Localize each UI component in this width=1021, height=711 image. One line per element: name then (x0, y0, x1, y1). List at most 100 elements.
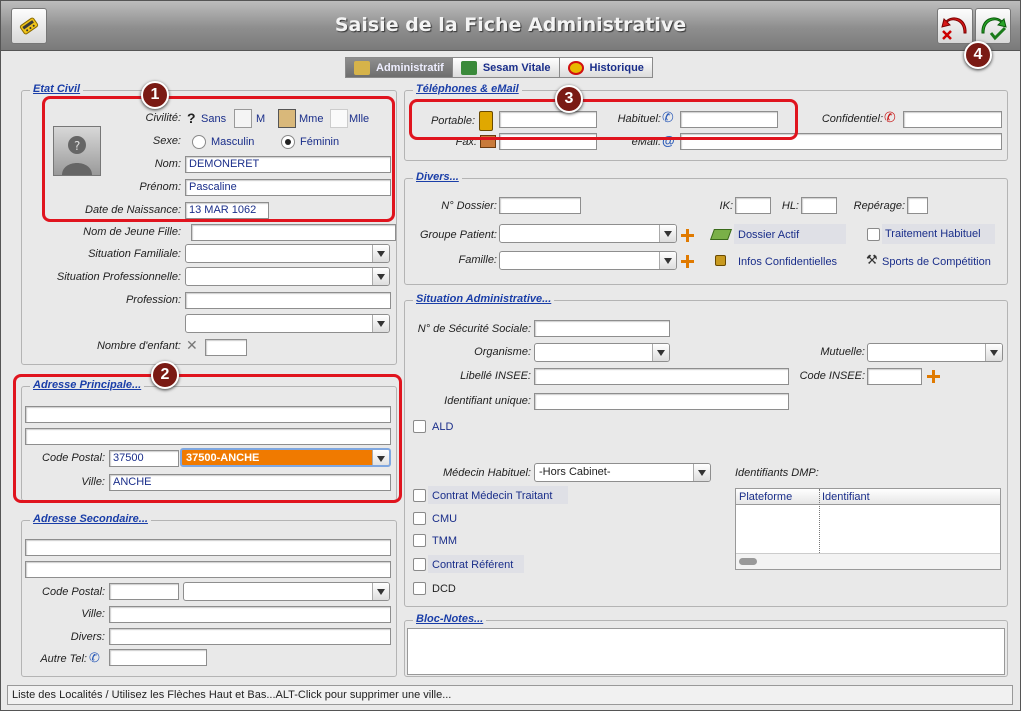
chevron-down-icon (985, 344, 1002, 361)
sports-link[interactable]: Sports de Compétition (882, 256, 991, 268)
cancel-button[interactable] (937, 8, 973, 44)
ald-label: ALD (432, 421, 454, 433)
libelle-insee-label: Libellé INSEE: (460, 370, 531, 382)
enfants-field[interactable] (205, 339, 247, 356)
annotation-badge-1: 1 (141, 81, 169, 109)
contrat-referent-checkbox[interactable] (413, 558, 426, 571)
traitement-checkbox[interactable] (867, 228, 880, 241)
mutuelle-select[interactable] (867, 343, 1003, 362)
medecin-select[interactable]: -Hors Cabinet- (534, 463, 711, 482)
situation-admin-title[interactable]: Situation Administrative... (413, 293, 555, 305)
code-insee-field[interactable] (867, 368, 922, 385)
divers-sec-field[interactable] (109, 628, 391, 645)
divers-sec-label: Divers: (70, 631, 105, 643)
situation-familiale-label: Situation Familiale: (88, 248, 181, 260)
code-insee-label: Code INSEE: (799, 370, 865, 382)
confidentiel-field[interactable] (903, 111, 1002, 128)
dossier-actif-link[interactable]: Dossier Actif (738, 229, 799, 241)
etat-civil-title[interactable]: Etat Civil (30, 83, 84, 95)
situation-pro-select[interactable] (185, 267, 390, 286)
groupe-select[interactable] (499, 224, 677, 243)
situation-familiale-select[interactable] (185, 244, 390, 263)
dmp-scrollbar[interactable] (736, 553, 1000, 569)
medecin-label: Médecin Habituel: (442, 467, 531, 479)
chevron-down-icon (693, 464, 710, 481)
identifiant-field[interactable] (534, 393, 789, 410)
clear-icon[interactable]: ✕ (186, 337, 198, 354)
libelle-insee-field[interactable] (534, 368, 789, 385)
situation-pro-label: Situation Professionnelle: (56, 271, 181, 283)
hl-field[interactable] (801, 197, 837, 214)
dmp-table[interactable]: Plateforme Identifiant (735, 488, 1001, 570)
telephones-title[interactable]: Téléphones & eMail (413, 83, 522, 95)
annotation-badge-4: 4 (964, 41, 992, 69)
dmp-col-plateforme[interactable]: Plateforme (739, 491, 792, 503)
secu-field[interactable] (534, 320, 670, 337)
identifiant-label: Identifiant unique: (444, 395, 531, 407)
profession-field[interactable] (185, 292, 391, 309)
card-icon (460, 60, 477, 75)
localite-sec-select[interactable] (183, 582, 390, 601)
ik-field[interactable] (735, 197, 771, 214)
cmu-label: CMU (432, 513, 458, 525)
traitement-label: Traitement Habituel (885, 228, 981, 240)
contrat-medecin-checkbox[interactable] (413, 489, 426, 502)
divers-title[interactable]: Divers... (413, 171, 462, 183)
autre-tel-label: Autre Tel: (40, 653, 87, 665)
tmm-label: TMM (432, 535, 458, 547)
famille-select[interactable] (499, 251, 677, 270)
tab-bar: Administratif Sesam Vitale Historique (345, 57, 653, 78)
add-famille-icon[interactable] (681, 255, 694, 268)
tab-sesam-vitale[interactable]: Sesam Vitale (452, 57, 560, 78)
adresse-sec-ligne-1-field[interactable] (25, 539, 391, 556)
organisme-select[interactable] (534, 343, 670, 362)
window-title: Saisie de la Fiche Administrative (334, 14, 687, 36)
add-groupe-icon[interactable] (681, 229, 694, 242)
code-postal-sec-field[interactable] (109, 583, 179, 600)
lock-icon (715, 255, 726, 266)
infos-conf-link[interactable]: Infos Confidentielles (738, 256, 837, 268)
tmm-checkbox[interactable] (413, 534, 426, 547)
add-insee-icon[interactable] (927, 370, 940, 383)
red-telephone-icon: ✆ (884, 109, 896, 125)
adresse-sec-ligne-2-field[interactable] (25, 561, 391, 578)
tab-label: Sesam Vitale (482, 61, 551, 74)
bloc-notes-textarea[interactable] (407, 628, 1005, 675)
undo-cancel-icon (941, 17, 967, 40)
annotation-box-3 (409, 99, 798, 140)
ald-checkbox[interactable] (413, 420, 426, 433)
code-postal-sec-label: Code Postal: (42, 586, 105, 598)
dossier-label: N° Dossier: (441, 200, 497, 212)
dmp-col-identifiant[interactable]: Identifiant (822, 491, 870, 503)
chevron-down-icon (659, 252, 676, 269)
validate-button[interactable] (975, 8, 1011, 44)
sport-runner-icon: ⚒ (866, 252, 878, 267)
contrat-referent-label: Contrat Référent (432, 559, 514, 571)
cmu-checkbox[interactable] (413, 512, 426, 525)
reperage-field[interactable] (907, 197, 928, 214)
profession-select[interactable] (185, 314, 390, 333)
dcd-label: DCD (432, 583, 456, 595)
annotation-badge-2: 2 (151, 361, 179, 389)
adresse-secondaire-title[interactable]: Adresse Secondaire... (30, 513, 151, 525)
ville-sec-field[interactable] (109, 606, 391, 623)
dossier-field[interactable] (499, 197, 581, 214)
tab-administratif[interactable]: Administratif (345, 57, 453, 78)
secu-label: N° de Sécurité Sociale: (417, 323, 531, 335)
title-bar: Saisie de la Fiche Administrative (1, 1, 1020, 51)
history-icon (567, 60, 584, 75)
tab-historique[interactable]: Historique (559, 57, 653, 78)
jeune-fille-field[interactable] (191, 224, 396, 241)
dcd-checkbox[interactable] (413, 582, 426, 595)
chevron-down-icon (372, 268, 389, 285)
status-bar: Liste des Localités / Utilisez les Flèch… (7, 685, 1013, 705)
contrat-medecin-label: Contrat Médecin Traitant (432, 490, 553, 502)
chevron-down-icon (372, 245, 389, 262)
scroll-thumb[interactable] (739, 558, 757, 565)
tab-label: Administratif (376, 61, 444, 74)
window: Saisie de la Fiche Administrative Admini… (0, 0, 1021, 711)
chevron-down-icon (652, 344, 669, 361)
bloc-notes-title[interactable]: Bloc-Notes... (413, 613, 487, 625)
jeune-fille-label: Nom de Jeune Fille: (83, 226, 181, 238)
autre-tel-field[interactable] (109, 649, 207, 666)
